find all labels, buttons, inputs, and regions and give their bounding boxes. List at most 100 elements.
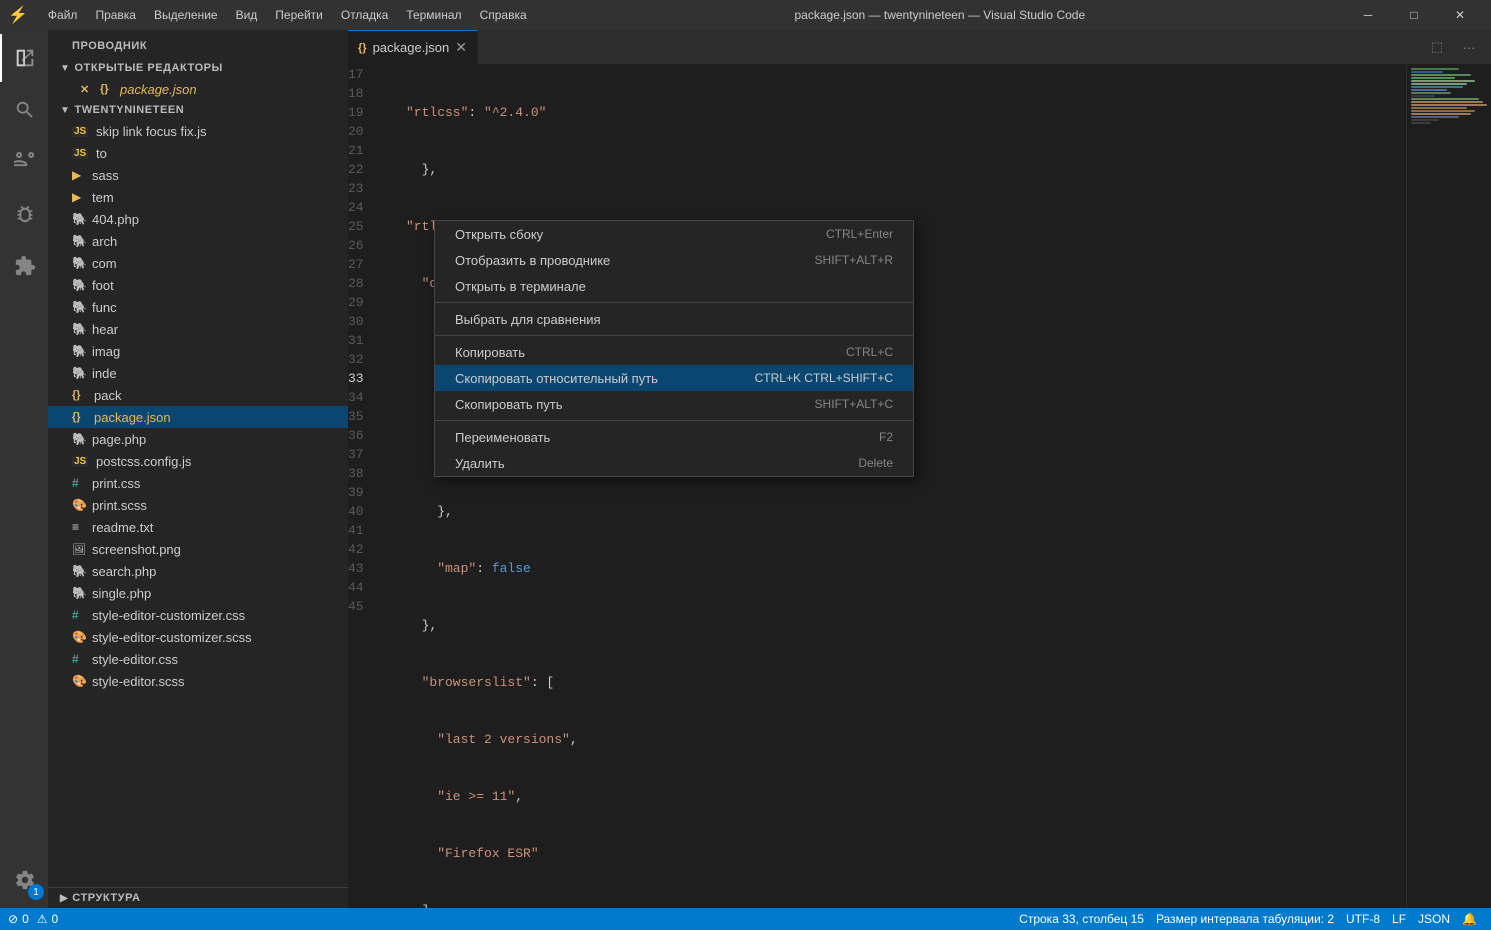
close-button[interactable]: ✕ — [1437, 0, 1483, 30]
tab-close-button[interactable]: ✕ — [455, 39, 467, 56]
ctx-separator-1 — [435, 302, 913, 303]
scss-icon-3: 🎨 — [72, 674, 88, 688]
line-num-28: 28 — [348, 274, 382, 293]
status-line-ending[interactable]: LF — [1386, 912, 1412, 926]
project-name: TWENTYNINETEEN — [74, 104, 184, 116]
more-actions-button[interactable]: ··· — [1455, 33, 1483, 61]
tab-package-json[interactable]: {} package.json ✕ — [348, 30, 478, 64]
file-item-readme[interactable]: ≡ readme.txt — [48, 516, 348, 538]
file-item-tem[interactable]: ▶ tem — [48, 186, 348, 208]
file-item-arch[interactable]: 🐘 arch — [48, 230, 348, 252]
file-item-foot[interactable]: 🐘 foot — [48, 274, 348, 296]
file-item-page[interactable]: 🐘 page.php — [48, 428, 348, 450]
filename: skip link focus fix.js — [96, 124, 207, 139]
line-num-18: 18 — [348, 84, 382, 103]
maximize-button[interactable]: □ — [1391, 0, 1437, 30]
menu-file[interactable]: Файл — [40, 6, 86, 24]
scss-icon-2: 🎨 — [72, 630, 88, 644]
filename: pack — [94, 388, 121, 403]
file-item-search[interactable]: 🐘 search.php — [48, 560, 348, 582]
file-item-style-editor-customizer-css[interactable]: # style-editor-customizer.css — [48, 604, 348, 626]
file-item-func[interactable]: 🐘 func — [48, 296, 348, 318]
css-icon: # — [72, 476, 88, 490]
status-notification-bell[interactable]: 🔔 — [1456, 912, 1483, 926]
file-item-print-css[interactable]: # print.css — [48, 472, 348, 494]
file-item-package-json[interactable]: {} package.json — [48, 406, 348, 428]
file-item-imag[interactable]: 🐘 imag — [48, 340, 348, 362]
status-position[interactable]: Строка 33, столбец 15 — [1013, 912, 1150, 926]
menu-terminal[interactable]: Терминал — [398, 6, 469, 24]
file-item-style-editor-customizer-scss[interactable]: 🎨 style-editor-customizer.scss — [48, 626, 348, 648]
menu-debug[interactable]: Отладка — [333, 6, 396, 24]
file-item-sass[interactable]: ▶ sass — [48, 164, 348, 186]
ctx-copy-relative-path[interactable]: Скопировать относительный путь CTRL+K CT… — [435, 365, 913, 391]
file-list: JS skip link focus fix.js JS to ▶ sass ▶… — [48, 120, 348, 887]
ctx-copy-path[interactable]: Скопировать путь SHIFT+ALT+C — [435, 391, 913, 417]
file-item-hear[interactable]: 🐘 hear — [48, 318, 348, 340]
ctx-open-side[interactable]: Открыть сбоку CTRL+Enter — [435, 221, 913, 247]
activity-search[interactable] — [0, 86, 48, 134]
js-icon: JS — [72, 126, 88, 137]
file-item-single[interactable]: 🐘 single.php — [48, 582, 348, 604]
file-item-inde[interactable]: 🐘 inde — [48, 362, 348, 384]
ctx-delete-shortcut: Delete — [858, 456, 893, 470]
file-item-skip[interactable]: JS skip link focus fix.js — [48, 120, 348, 142]
file-item-postcss[interactable]: JS postcss.config.js — [48, 450, 348, 472]
split-editor-button[interactable]: ⬚ — [1423, 33, 1451, 61]
open-file-package-json[interactable]: ✕ {} package.json — [48, 78, 348, 100]
ctx-rename-shortcut: F2 — [879, 430, 893, 444]
menu-go[interactable]: Перейти — [267, 6, 331, 24]
activity-extensions[interactable] — [0, 242, 48, 290]
filename: print.scss — [92, 498, 147, 513]
menu-view[interactable]: Вид — [228, 6, 266, 24]
line-num-23: 23 — [348, 179, 382, 198]
file-item-pack[interactable]: {} pack — [48, 384, 348, 406]
menu-selection[interactable]: Выделение — [146, 6, 226, 24]
ctx-delete[interactable]: Удалить Delete — [435, 450, 913, 476]
filename: foot — [92, 278, 114, 293]
filename: search.php — [92, 564, 156, 579]
menu-edit[interactable]: Правка — [87, 6, 144, 24]
file-item-style-editor-scss[interactable]: 🎨 style-editor.scss — [48, 670, 348, 692]
line-num-37: 37 — [348, 445, 382, 464]
file-item-screenshot[interactable]: 🖼 screenshot.png — [48, 538, 348, 560]
minimize-button[interactable]: ─ — [1345, 0, 1391, 30]
status-errors[interactable]: ⊘ 0 ⚠ 0 — [8, 912, 58, 926]
ctx-separator-2 — [435, 335, 913, 336]
notification-badge: 1 — [28, 884, 44, 900]
ctx-select-compare[interactable]: Выбрать для сравнения — [435, 306, 913, 332]
ctx-open-side-label: Открыть сбоку — [455, 227, 543, 242]
filename: postcss.config.js — [96, 454, 191, 469]
ctx-copy[interactable]: Копировать CTRL+C — [435, 339, 913, 365]
project-section[interactable]: ▼ TWENTYNINETEEN — [48, 100, 348, 120]
filename: style-editor-customizer.css — [92, 608, 245, 623]
php-icon-3: 🐘 — [72, 256, 88, 270]
activity-debug[interactable] — [0, 190, 48, 238]
file-item-print-scss[interactable]: 🎨 print.scss — [48, 494, 348, 516]
status-tab-size[interactable]: Размер интервала табуляции: 2 — [1150, 912, 1340, 926]
code-line-25: "map": false — [406, 559, 1406, 578]
titlebar: ⚡ Файл Правка Выделение Вид Перейти Отла… — [0, 0, 1491, 30]
status-encoding[interactable]: UTF-8 — [1340, 912, 1386, 926]
file-item-404[interactable]: 🐘 404.php — [48, 208, 348, 230]
menu-help[interactable]: Справка — [472, 6, 535, 24]
ctx-reveal-explorer-shortcut: SHIFT+ALT+R — [815, 253, 893, 267]
status-language[interactable]: JSON — [1412, 912, 1456, 926]
structure-section[interactable]: ▶ СТРУКТУРА — [48, 887, 348, 908]
line-num-29: 29 — [348, 293, 382, 312]
line-num-22: 22 — [348, 160, 382, 179]
ctx-reveal-explorer[interactable]: Отобразить в проводнике SHIFT+ALT+R — [435, 247, 913, 273]
activity-explorer[interactable] — [0, 34, 48, 82]
php-icon-4: 🐘 — [72, 278, 88, 292]
file-item-style-editor-css[interactable]: # style-editor.css — [48, 648, 348, 670]
open-editors-section[interactable]: ▼ ОТКРЫТЫЕ РЕДАКТОРЫ — [48, 58, 348, 78]
ctx-rename[interactable]: Переименовать F2 — [435, 424, 913, 450]
file-item-com[interactable]: 🐘 com — [48, 252, 348, 274]
ctx-open-terminal[interactable]: Открыть в терминале — [435, 273, 913, 299]
filename: func — [92, 300, 117, 315]
code-line-30: "Firefox ESR" — [406, 844, 1406, 863]
php-icon-9: 🐘 — [72, 432, 88, 446]
code-line-26: }, — [406, 616, 1406, 635]
file-item-to[interactable]: JS to — [48, 142, 348, 164]
activity-source-control[interactable] — [0, 138, 48, 186]
